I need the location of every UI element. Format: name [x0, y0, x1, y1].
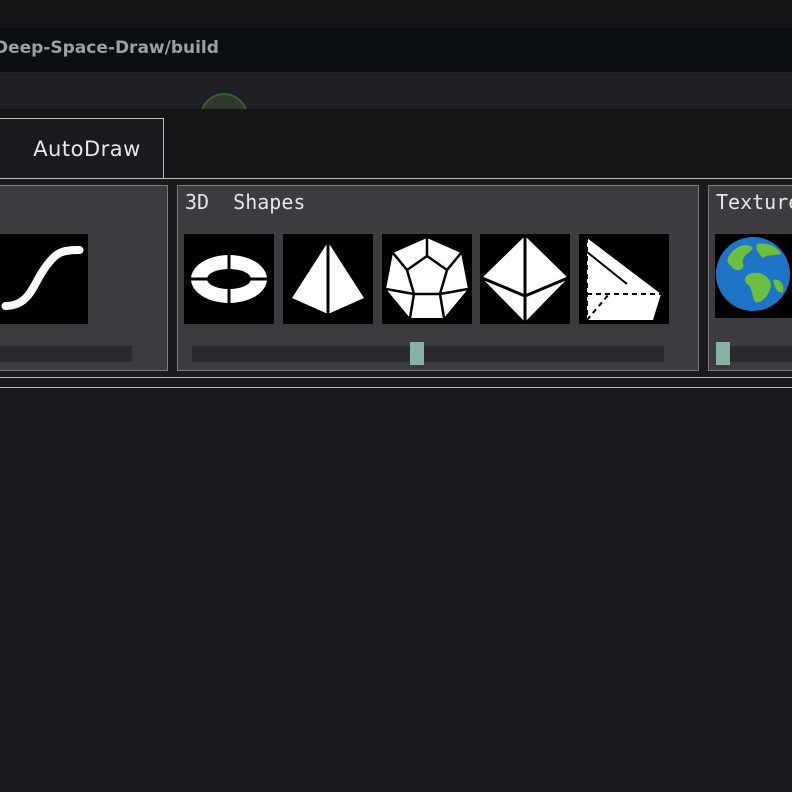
tab-strip: AutoDraw [0, 109, 792, 179]
group-textures-slider-thumb[interactable] [716, 342, 730, 365]
tool-tile-curve[interactable] [0, 234, 88, 324]
window-title: Deep-Space-Draw/build [0, 38, 219, 58]
tool-tile-torus[interactable] [184, 234, 274, 324]
app-logo-icon [200, 93, 248, 109]
app-window: AutoDraw 3D Shapes Textur [0, 109, 792, 792]
toolbox-panel: 3D Shapes Textur [0, 179, 792, 379]
group-3d-shapes-slider-thumb[interactable] [410, 342, 424, 365]
tool-tile-pyramid[interactable] [283, 234, 373, 324]
group-3d-shapes: 3D Shapes [177, 185, 699, 371]
window-titlebar[interactable]: Deep-Space-Draw/build [0, 28, 792, 73]
s-curve-icon [1, 246, 84, 310]
group-3d-shapes-title: 3D Shapes [185, 190, 306, 214]
panel-divider-top [0, 377, 792, 378]
tool-tile-octahedron[interactable] [480, 234, 570, 324]
tool-tile-earth[interactable] [715, 234, 792, 318]
torus-icon [189, 249, 269, 309]
dodecahedron-icon [385, 238, 469, 319]
tool-tile-dodecahedron[interactable] [382, 234, 472, 324]
earth-icon [716, 237, 790, 311]
group-textures: Textures [708, 185, 792, 371]
pyramid-icon [292, 242, 364, 314]
system-top-bar [0, 0, 792, 28]
group-3d-shapes-slider-track[interactable] [192, 346, 664, 362]
group-textures-title: Textures [716, 190, 792, 214]
group-curves-slider-track[interactable] [0, 346, 132, 362]
group-curves [0, 185, 168, 371]
tab-autodraw[interactable]: AutoDraw [0, 118, 164, 178]
canvas-area[interactable] [0, 388, 792, 792]
prism-icon [586, 238, 661, 321]
background-window [0, 73, 792, 109]
octahedron-icon [481, 236, 569, 322]
tool-tile-prism[interactable] [579, 234, 669, 324]
